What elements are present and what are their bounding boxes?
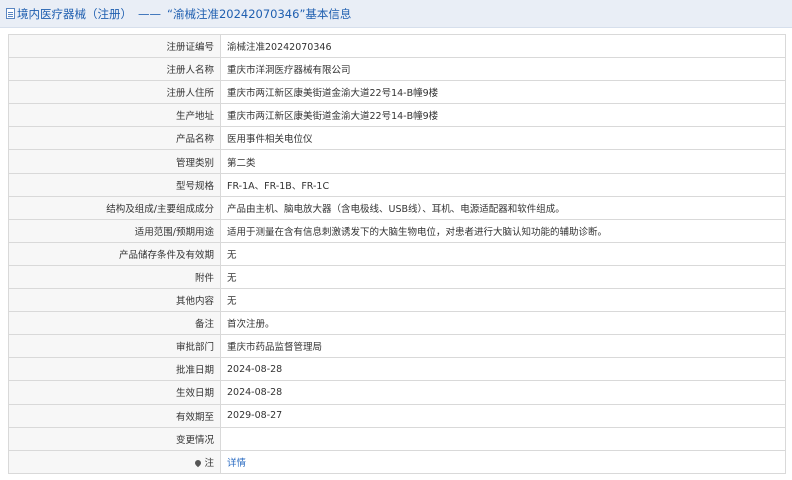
row-label: 变更情况 <box>8 426 221 451</box>
row-value: 重庆市洋洞医疗器械有限公司 <box>220 57 786 82</box>
row-label: 结构及组成/主要组成成分 <box>8 195 221 220</box>
row-label: 产品储存条件及有效期 <box>8 241 221 266</box>
table-row: 附件无 <box>8 264 786 290</box>
row-value: 重庆市药品监督管理局 <box>220 334 786 359</box>
details-link[interactable]: 详情 <box>227 458 246 469</box>
row-value: 2029-08-27 <box>220 403 786 428</box>
table-row: 有效期至 2029-08-27 <box>8 403 786 428</box>
table-row: 结构及组成/主要组成成分 产品由主机、脑电放大器（含电极线、USB线）、耳机、电源… <box>8 195 786 220</box>
row-value: 2024-08-28 <box>220 380 786 405</box>
footnote-row: 注 详情 <box>8 449 786 474</box>
row-label: 附件 <box>8 264 221 290</box>
table-row: 变更情况 <box>8 426 786 451</box>
table-row: 注册人名称 重庆市洋洞医疗器械有限公司 <box>8 57 786 82</box>
table-row: 审批部门 重庆市药品监督管理局 <box>8 334 786 359</box>
footnote-label: 注 <box>204 457 214 469</box>
row-value: 无 <box>220 288 786 313</box>
row-value <box>220 426 786 451</box>
table-row: 备注 首次注册。 <box>8 311 786 336</box>
document-icon <box>6 8 15 19</box>
row-value: 无 <box>220 264 786 290</box>
row-label: 产品名称 <box>8 126 221 151</box>
row-value: 第二类 <box>220 149 786 174</box>
table-row: 产品名称 医用事件相关电位仪 <box>8 126 786 151</box>
row-label: 审批部门 <box>8 334 221 359</box>
row-value: 医用事件相关电位仪 <box>220 126 786 151</box>
row-label: 型号规格 <box>8 172 221 197</box>
row-value: 渝械注准20242070346 <box>220 33 786 59</box>
page-title: “渝械注准20242070346”基本信息 <box>167 6 352 21</box>
table-row: 生效日期 2024-08-28 <box>8 380 786 405</box>
row-label: 批准日期 <box>8 357 221 382</box>
table-row: 注册人住所 重庆市两江新区康美街道金渝大道22号14-B幢9楼 <box>8 80 786 105</box>
table-row: 适用范围/预期用途 适用于测量在含有信息刺激诱发下的大脑生物电位，对患者进行大脑认… <box>8 218 786 243</box>
footnote-label-cell: 注 <box>8 449 221 474</box>
table-row: 型号规格 FR-1A、FR-1B、FR-1C <box>8 172 786 197</box>
row-label: 注册人名称 <box>8 57 221 82</box>
row-label: 注册证编号 <box>8 33 221 59</box>
row-label: 有效期至 <box>8 403 221 428</box>
row-label: 注册人住所 <box>8 80 221 105</box>
table-row: 产品储存条件及有效期无 <box>8 241 786 266</box>
row-value: 无 <box>220 241 786 266</box>
row-value: 2024-08-28 <box>220 357 786 382</box>
row-label: 管理类别 <box>8 149 221 174</box>
row-label: 生产地址 <box>8 103 221 128</box>
header-separator: —— <box>138 6 161 21</box>
info-table: 注册证编号 渝械注准20242070346 注册人名称 重庆市洋洞医疗器械有限公司 … <box>8 33 786 474</box>
row-value: 重庆市两江新区康美街道金渝大道22号14-B幢9楼 <box>220 103 786 128</box>
row-label: 其他内容 <box>8 288 221 313</box>
table-row: 其他内容无 <box>8 288 786 313</box>
table-row: 注册证编号 渝械注准20242070346 <box>8 33 786 59</box>
pin-icon <box>194 458 203 468</box>
row-value: 首次注册。 <box>220 311 786 336</box>
row-value: 适用于测量在含有信息刺激诱发下的大脑生物电位，对患者进行大脑认知功能的辅助诊断。 <box>220 218 786 243</box>
row-value: FR-1A、FR-1B、FR-1C <box>220 172 786 197</box>
row-value: 重庆市两江新区康美街道金渝大道22号14-B幢9楼 <box>220 80 786 105</box>
table-row: 生产地址 重庆市两江新区康美街道金渝大道22号14-B幢9楼 <box>8 103 786 128</box>
footnote-value-cell: 详情 <box>220 449 786 474</box>
table-row: 批准日期 2024-08-28 <box>8 357 786 382</box>
category-link[interactable]: 境内医疗器械（注册） <box>17 6 132 22</box>
page-header: 境内医疗器械（注册） —— “渝械注准20242070346”基本信息 <box>0 0 792 28</box>
row-value: 产品由主机、脑电放大器（含电极线、USB线）、耳机、电源适配器和软件组成。 <box>220 195 786 220</box>
table-row: 管理类别 第二类 <box>8 149 786 174</box>
row-label: 生效日期 <box>8 380 221 405</box>
row-label: 适用范围/预期用途 <box>8 218 221 243</box>
row-label: 备注 <box>8 311 221 336</box>
